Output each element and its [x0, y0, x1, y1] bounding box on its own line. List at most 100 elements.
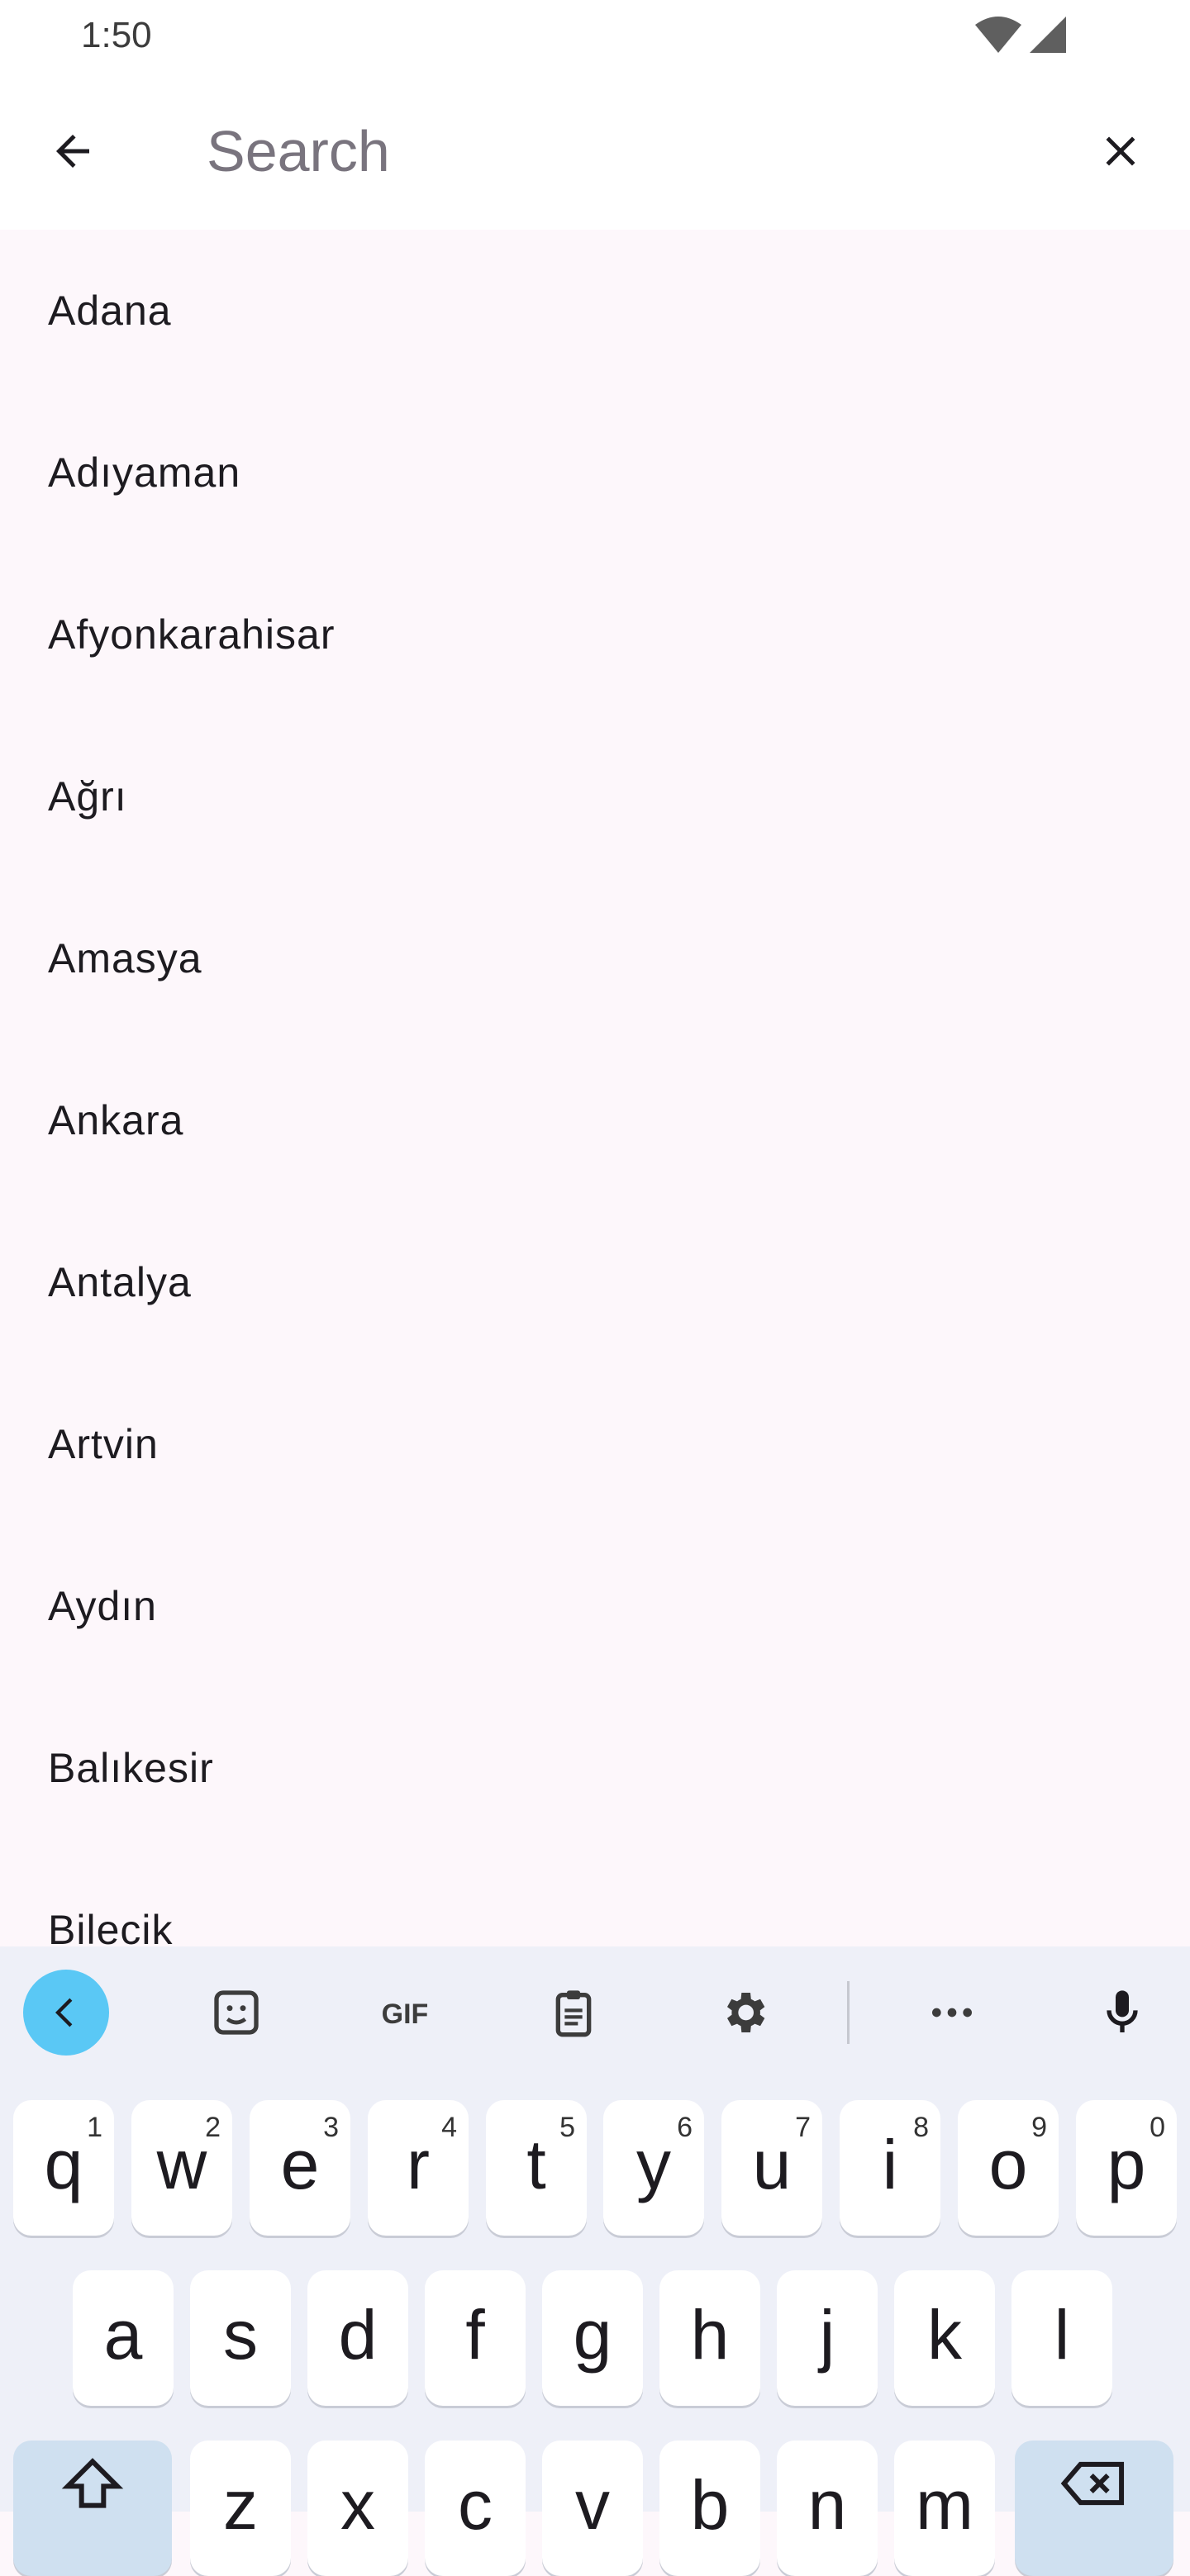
- backspace-key[interactable]: [1015, 2441, 1173, 2576]
- key-label: v: [575, 2465, 610, 2544]
- key-label: h: [690, 2295, 730, 2374]
- keyboard-toolbar: GIF: [0, 1946, 1190, 2079]
- search-input[interactable]: [207, 114, 1033, 188]
- collapse-button[interactable]: [23, 1970, 109, 2056]
- list-item-aydin[interactable]: Aydın: [0, 1525, 1190, 1687]
- signal-icon: [1030, 17, 1066, 53]
- list-item-amasya[interactable]: Amasya: [0, 877, 1190, 1039]
- key-hint: 2: [205, 2112, 221, 2143]
- status-bar: 1:50: [0, 0, 1190, 73]
- arrow-back-icon: [56, 135, 89, 168]
- key-v[interactable]: v: [542, 2441, 643, 2576]
- list-item-adana[interactable]: Adana: [0, 230, 1190, 392]
- key-q[interactable]: q1: [13, 2100, 114, 2236]
- key-f[interactable]: f: [425, 2270, 526, 2406]
- shift-icon: [61, 2458, 124, 2508]
- list-item-afyonkarahisar[interactable]: Afyonkarahisar: [0, 554, 1190, 715]
- key-hint: 8: [913, 2112, 929, 2143]
- shift-key[interactable]: [13, 2441, 172, 2576]
- list-item-label: Adıyaman: [48, 449, 241, 496]
- list-item-antalya[interactable]: Antalya: [0, 1201, 1190, 1363]
- key-u[interactable]: u7: [721, 2100, 822, 2236]
- list-item-ankara[interactable]: Ankara: [0, 1039, 1190, 1201]
- key-s[interactable]: s: [190, 2270, 291, 2406]
- key-x[interactable]: x: [307, 2441, 408, 2576]
- list-item-label: Balıkesir: [48, 1745, 214, 1791]
- key-label: f: [465, 2295, 485, 2374]
- key-label: m: [916, 2465, 973, 2544]
- voice-input-button[interactable]: [1079, 1970, 1165, 2056]
- more-icon: [932, 2008, 972, 2018]
- wifi-icon: [975, 17, 1021, 53]
- clear-button[interactable]: [1081, 112, 1160, 191]
- key-label: i: [882, 2125, 898, 2203]
- key-label: d: [338, 2295, 378, 2374]
- list-item-adiyaman[interactable]: Adıyaman: [0, 392, 1190, 554]
- list-item-label: Ağrı: [48, 773, 127, 820]
- key-r[interactable]: r4: [368, 2100, 469, 2236]
- list-item-agri[interactable]: Ağrı: [0, 715, 1190, 877]
- key-hint: 7: [795, 2112, 811, 2143]
- key-b[interactable]: b: [659, 2441, 760, 2576]
- key-c[interactable]: c: [425, 2441, 526, 2576]
- key-w[interactable]: w2: [131, 2100, 232, 2236]
- gif-button[interactable]: GIF: [362, 1970, 448, 2056]
- key-label: e: [280, 2125, 320, 2203]
- list-item-label: Amasya: [48, 935, 202, 981]
- list-item-artvin[interactable]: Artvin: [0, 1363, 1190, 1525]
- key-g[interactable]: g: [542, 2270, 643, 2406]
- key-label: r: [407, 2125, 430, 2203]
- key-d[interactable]: d: [307, 2270, 408, 2406]
- key-label: x: [340, 2465, 375, 2544]
- key-k[interactable]: k: [894, 2270, 995, 2406]
- clipboard-icon: [555, 1990, 592, 2037]
- back-button[interactable]: [33, 112, 112, 191]
- soft-keyboard: GIF q 1 w 2 e 3 r 4 t 5 y 6 u 7 i 8 o 9 …: [0, 1946, 1190, 2576]
- key-label: z: [223, 2465, 258, 2544]
- sticker-icon: [214, 1990, 259, 2035]
- list-item-label: Artvin: [48, 1421, 159, 1467]
- key-label: c: [458, 2465, 493, 2544]
- key-n[interactable]: n: [777, 2441, 878, 2576]
- key-p[interactable]: p0: [1076, 2100, 1177, 2236]
- key-i[interactable]: i8: [840, 2100, 940, 2236]
- key-label: a: [103, 2295, 143, 2374]
- key-y[interactable]: y6: [603, 2100, 704, 2236]
- toolbar-divider: [847, 1981, 850, 2044]
- clipboard-button[interactable]: [531, 1970, 616, 2056]
- key-m[interactable]: m: [894, 2441, 995, 2576]
- key-label: n: [807, 2465, 847, 2544]
- key-hint: 3: [323, 2112, 339, 2143]
- key-label: q: [44, 2125, 83, 2203]
- list-item-label: Aydın: [48, 1583, 157, 1629]
- key-a[interactable]: a: [73, 2270, 174, 2406]
- key-t[interactable]: t5: [486, 2100, 587, 2236]
- mic-icon: [1107, 1990, 1138, 2032]
- chevron-left-icon: [55, 1998, 73, 2027]
- sticker-button[interactable]: [193, 1970, 279, 2056]
- key-label: k: [927, 2295, 962, 2374]
- list-item-balikesir[interactable]: Balıkesir: [0, 1687, 1190, 1849]
- svg-text:GIF: GIF: [382, 1999, 429, 2030]
- key-j[interactable]: j: [777, 2270, 878, 2406]
- key-hint: 6: [677, 2112, 693, 2143]
- key-h[interactable]: h: [659, 2270, 760, 2406]
- key-hint: 5: [559, 2112, 575, 2143]
- close-icon: [1106, 136, 1135, 166]
- key-o[interactable]: o9: [958, 2100, 1059, 2236]
- more-button[interactable]: [909, 1970, 995, 2056]
- settings-button[interactable]: [701, 1970, 787, 2056]
- key-label: o: [988, 2125, 1028, 2203]
- key-l[interactable]: l: [1011, 2270, 1112, 2406]
- list-item-label: Bilecik: [48, 1907, 174, 1948]
- list-item-label: Ankara: [48, 1097, 184, 1143]
- key-label: y: [636, 2125, 671, 2203]
- status-time: 1:50: [81, 15, 152, 55]
- key-label: w: [156, 2125, 207, 2203]
- key-e[interactable]: e3: [250, 2100, 350, 2236]
- backspace-icon: [1060, 2461, 1125, 2506]
- key-label: j: [819, 2295, 835, 2374]
- key-z[interactable]: z: [190, 2441, 291, 2576]
- list-item-bilecik[interactable]: Bilecik: [0, 1849, 1190, 1948]
- key-hint: 4: [441, 2112, 457, 2143]
